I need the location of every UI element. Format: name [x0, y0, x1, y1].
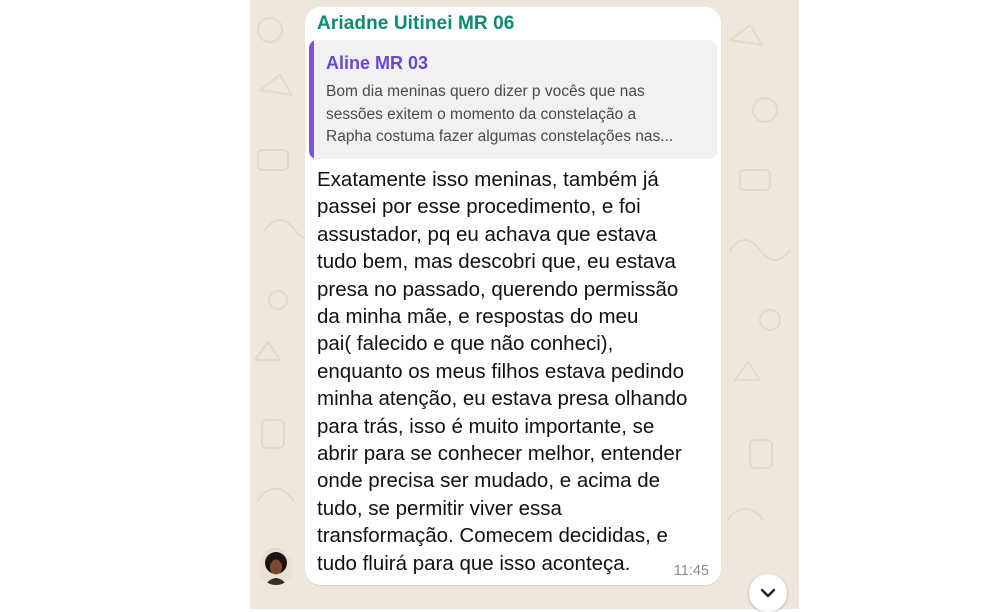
- chevron-down-icon: [760, 588, 776, 598]
- quoted-message[interactable]: Aline MR 03 Bom dia meninas quero dizer …: [309, 40, 717, 159]
- avatar[interactable]: [259, 551, 293, 585]
- sender-name[interactable]: Ariadne Uitinei MR 06: [317, 13, 514, 35]
- quoted-text: Bom dia meninas quero dizer p vocês que …: [326, 83, 674, 145]
- quote-bar: [309, 40, 314, 159]
- quoted-author: Aline MR 03: [326, 53, 429, 73]
- message-time: 11:45: [673, 563, 709, 579]
- scroll-to-bottom-button[interactable]: [749, 574, 787, 612]
- message-text: Exatamente isso meninas, também já passe…: [317, 168, 688, 575]
- message-bubble[interactable]: Ariadne Uitinei MR 06 Aline MR 03 Bom di…: [305, 7, 721, 585]
